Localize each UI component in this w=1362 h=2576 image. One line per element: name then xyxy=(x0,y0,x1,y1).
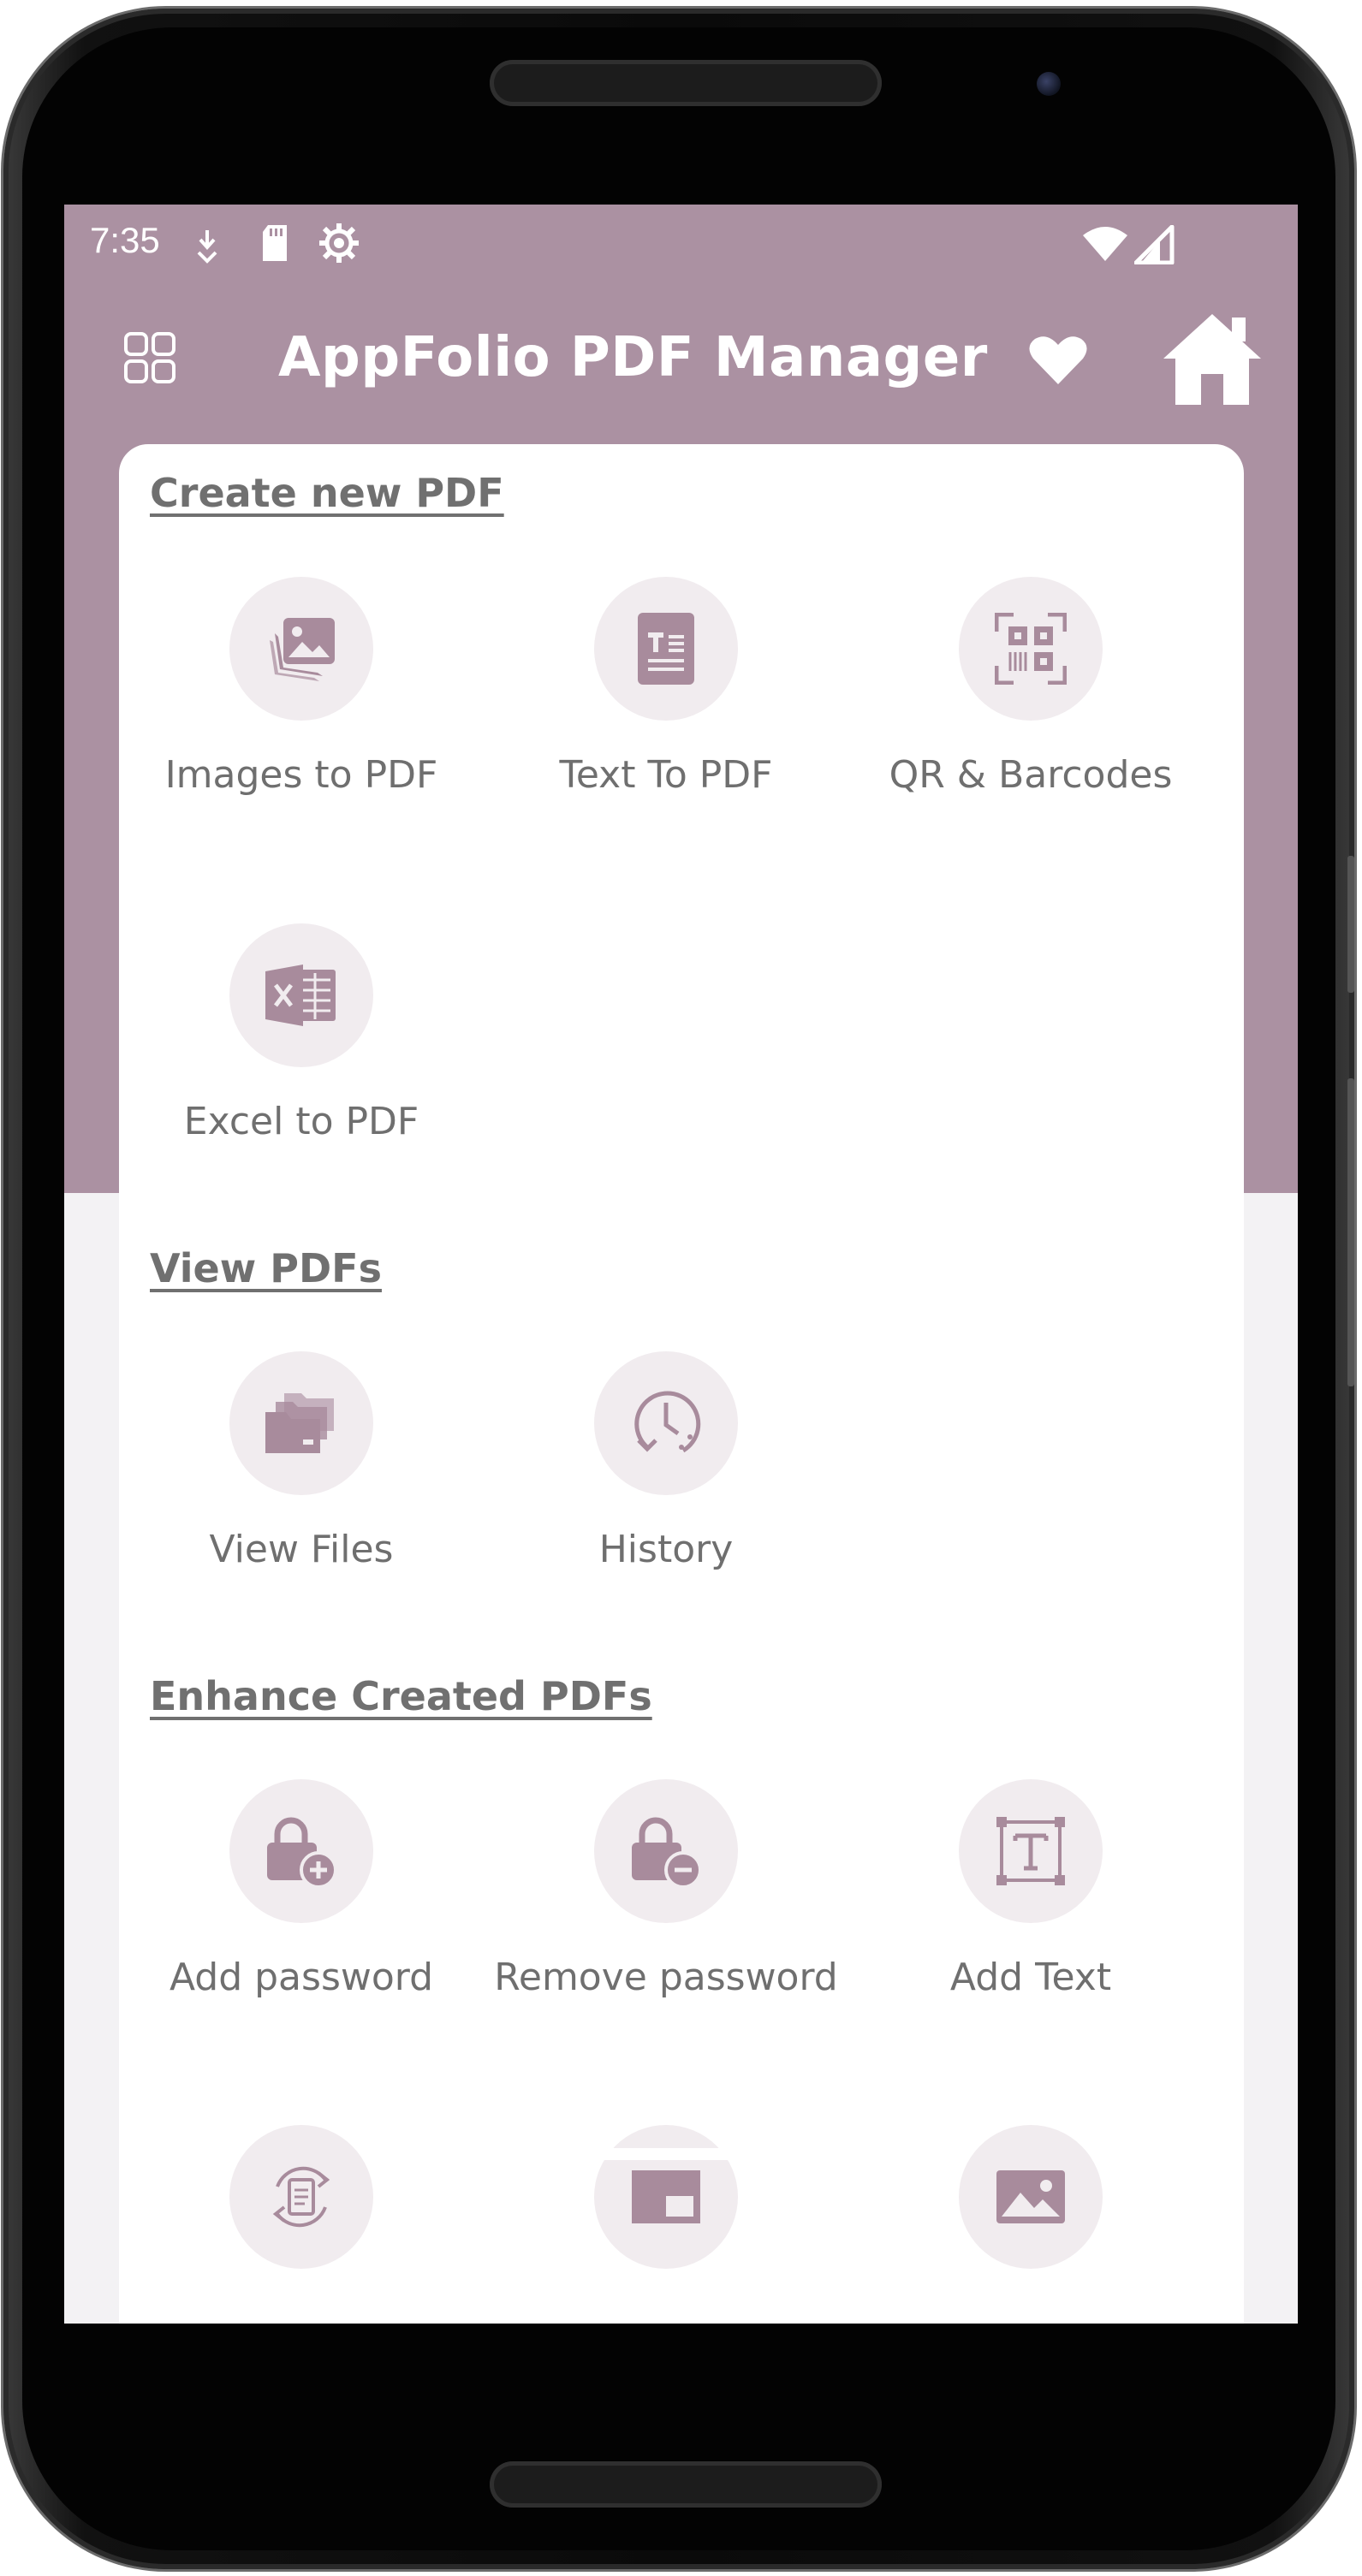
tile-label: Remove password xyxy=(494,1956,838,1999)
lock-remove-icon xyxy=(632,1817,702,1887)
grid-menu-icon[interactable] xyxy=(122,330,177,385)
picture-in-picture-icon xyxy=(632,2170,700,2223)
tile-label: Excel to PDF xyxy=(183,1100,419,1143)
section-title-view: View PDFs xyxy=(150,1245,382,1291)
tile-images-to-pdf[interactable]: Images to PDF xyxy=(119,577,484,797)
tile-icon-circle xyxy=(959,1779,1103,1923)
tile-icon-circle xyxy=(594,2125,738,2269)
sd-card-icon xyxy=(263,225,287,261)
add-text-icon xyxy=(996,1817,1065,1885)
excel-icon xyxy=(265,965,336,1026)
tile-label: Text To PDF xyxy=(559,753,773,797)
tile-add-text[interactable]: Add Text xyxy=(848,1779,1213,1999)
wifi-icon xyxy=(1083,227,1127,261)
tile-icon-circle xyxy=(229,923,373,1067)
tile-icon-circle xyxy=(959,577,1103,721)
tile-add-password[interactable]: Add password xyxy=(119,1779,484,1999)
app-title: AppFolio PDF Manager xyxy=(278,326,988,389)
status-time: 7:35 xyxy=(90,220,160,260)
tile-icon-circle xyxy=(229,1779,373,1923)
tile-icon-circle xyxy=(594,1351,738,1495)
download-notification-icon xyxy=(197,230,217,264)
tile-text-to-pdf[interactable]: Text To PDF xyxy=(484,577,848,797)
tile-remove-password[interactable]: Remove password xyxy=(484,1779,848,1999)
tile-history[interactable]: History xyxy=(484,1351,848,1571)
tile-rotate-document[interactable] xyxy=(119,2125,484,2301)
tile-icon-circle xyxy=(229,1351,373,1495)
home-icon[interactable] xyxy=(1162,311,1263,407)
tile-icon-circle xyxy=(229,577,373,721)
cellular-signal-icon xyxy=(1134,225,1175,264)
status-bar: 7:35 xyxy=(64,205,1298,283)
gesture-navigation-handle[interactable] xyxy=(454,2148,777,2160)
tile-label: Add password xyxy=(169,1956,434,1999)
app-bar: AppFolio PDF Manager xyxy=(64,283,1298,437)
tile-label: View Files xyxy=(209,1528,394,1571)
folders-icon xyxy=(265,1393,334,1453)
heart-icon[interactable] xyxy=(1028,335,1088,386)
tile-qr-barcodes[interactable]: QR & Barcodes xyxy=(848,577,1213,797)
tile-icon-circle xyxy=(594,577,738,721)
qr-barcode-icon xyxy=(995,613,1067,685)
screen: 7:35 AppFolio PDF Manager Create new PDF… xyxy=(64,205,1298,2324)
power-button xyxy=(1347,1078,1354,1386)
settings-notification-icon xyxy=(319,223,359,263)
tile-view-files[interactable]: View Files xyxy=(119,1351,484,1571)
text-document-icon xyxy=(638,613,694,685)
tile-icon-circle xyxy=(594,1779,738,1923)
tile-label: History xyxy=(598,1528,734,1571)
bottom-speaker xyxy=(490,2461,882,2508)
tile-label: Images to PDF xyxy=(164,753,438,797)
tile-label: Add Text xyxy=(949,1956,1112,1999)
images-icon xyxy=(270,618,335,681)
front-camera xyxy=(1037,72,1061,96)
tile-icon-circle xyxy=(229,2125,373,2269)
rotate-document-icon xyxy=(272,2166,330,2228)
tile-label: QR & Barcodes xyxy=(889,753,1173,797)
section-title-create: Create new PDF xyxy=(150,470,504,516)
tile-image[interactable] xyxy=(848,2125,1213,2301)
top-speaker xyxy=(490,60,882,106)
content-card: Create new PDF Images to PDF Text To PDF… xyxy=(119,444,1244,2324)
tile-icon-circle xyxy=(959,2125,1103,2269)
section-title-enhance: Enhance Created PDFs xyxy=(150,1673,652,1719)
lock-add-icon xyxy=(267,1817,337,1887)
volume-button xyxy=(1347,856,1354,993)
image-icon xyxy=(996,2170,1065,2223)
tile-excel-to-pdf[interactable]: Excel to PDF xyxy=(119,923,484,1143)
history-icon xyxy=(634,1391,701,1453)
